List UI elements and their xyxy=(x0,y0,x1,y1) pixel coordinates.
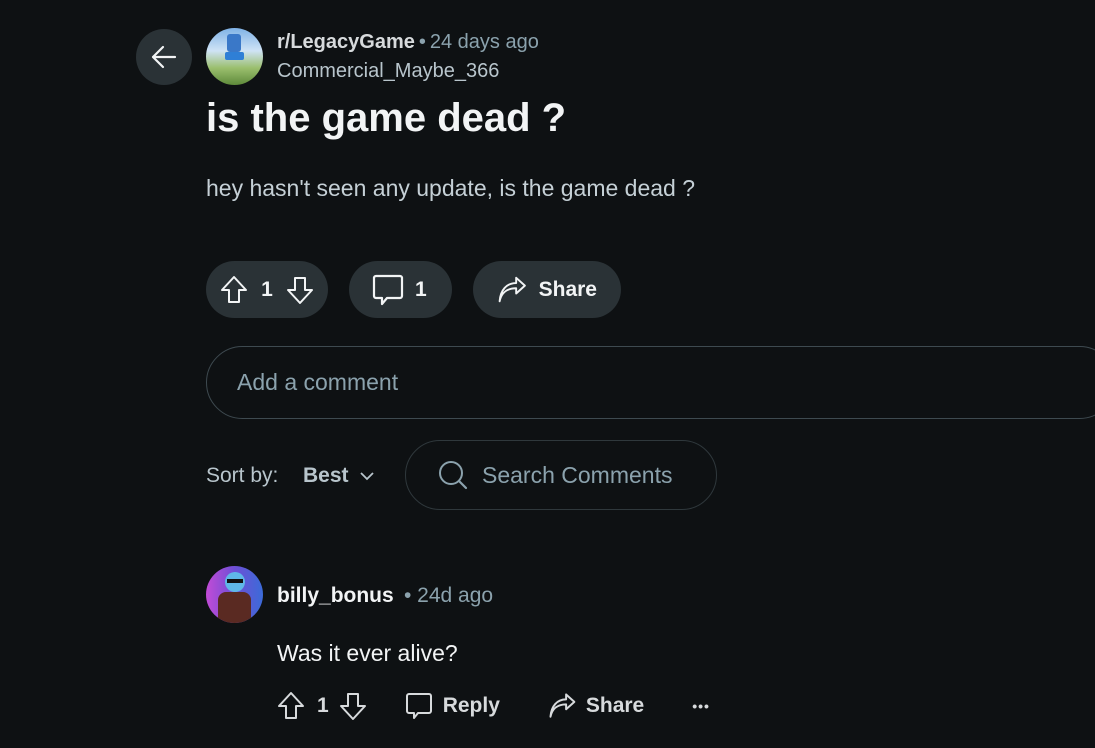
search-comments-input[interactable]: Search Comments xyxy=(405,440,717,510)
add-comment-placeholder: Add a comment xyxy=(237,369,399,395)
comment-time: • 24d ago xyxy=(404,584,494,607)
comments-button[interactable]: 1 xyxy=(349,261,452,318)
post-meta: r/LegacyGame • 24 days ago xyxy=(277,31,539,54)
upvote-button[interactable] xyxy=(220,275,248,305)
post-author[interactable]: Commercial_Maybe_366 xyxy=(277,60,499,83)
arrow-left-icon xyxy=(151,45,177,69)
comment-avatar[interactable] xyxy=(206,566,263,623)
speech-bubble-icon xyxy=(372,274,404,305)
avatar-logo xyxy=(225,52,244,60)
avatar-body xyxy=(218,592,251,623)
comment-score: 1 xyxy=(317,694,329,717)
share-label: Share xyxy=(538,277,597,301)
share-arrow-icon xyxy=(498,276,526,302)
comment-username[interactable]: billy_bonus xyxy=(277,584,394,608)
chevron-down-icon xyxy=(359,472,374,481)
more-options-button[interactable]: ••• xyxy=(692,698,710,714)
post-score: 1 xyxy=(261,277,273,301)
downvote-button[interactable] xyxy=(286,275,314,305)
comment-count: 1 xyxy=(415,277,427,301)
sort-dropdown[interactable]: Best xyxy=(303,464,375,488)
share-button[interactable]: Share xyxy=(473,261,621,318)
post-body: hey hasn't seen any update, is the game … xyxy=(206,175,696,201)
speech-bubble-icon xyxy=(405,693,432,719)
avatar-shades xyxy=(227,579,243,583)
share-arrow-icon xyxy=(549,693,576,718)
comment-actions: 1 Reply Share ••• xyxy=(277,688,710,724)
reply-button[interactable]: Reply xyxy=(405,691,500,721)
reply-label: Reply xyxy=(442,694,500,717)
subreddit-link[interactable]: r/LegacyGame xyxy=(277,31,415,53)
arrow-down-icon xyxy=(339,693,366,720)
search-icon xyxy=(439,461,468,490)
sort-selected: Best xyxy=(303,464,349,487)
comment-body: Was it ever alive? xyxy=(277,640,458,666)
avatar-figure xyxy=(227,34,241,52)
post-title: is the game dead ? xyxy=(206,96,567,140)
sort-label: Sort by: xyxy=(206,464,279,487)
vote-bar: 1 xyxy=(206,261,328,318)
ellipsis-icon: ••• xyxy=(692,698,710,714)
arrow-up-icon xyxy=(221,275,247,303)
separator-dot: • xyxy=(418,31,426,53)
comment-share-button[interactable]: Share xyxy=(548,693,644,719)
arrow-up-icon xyxy=(278,692,304,719)
comment-downvote-button[interactable] xyxy=(339,691,367,721)
arrow-down-icon xyxy=(287,276,313,304)
post-time: 24 days ago xyxy=(429,31,539,53)
comment-upvote-button[interactable] xyxy=(277,691,305,721)
back-button[interactable] xyxy=(136,29,192,85)
subreddit-avatar[interactable] xyxy=(206,28,263,85)
add-comment-input[interactable]: Add a comment xyxy=(206,346,1095,419)
search-placeholder: Search Comments xyxy=(482,461,673,488)
comment-share-label: Share xyxy=(585,694,645,717)
